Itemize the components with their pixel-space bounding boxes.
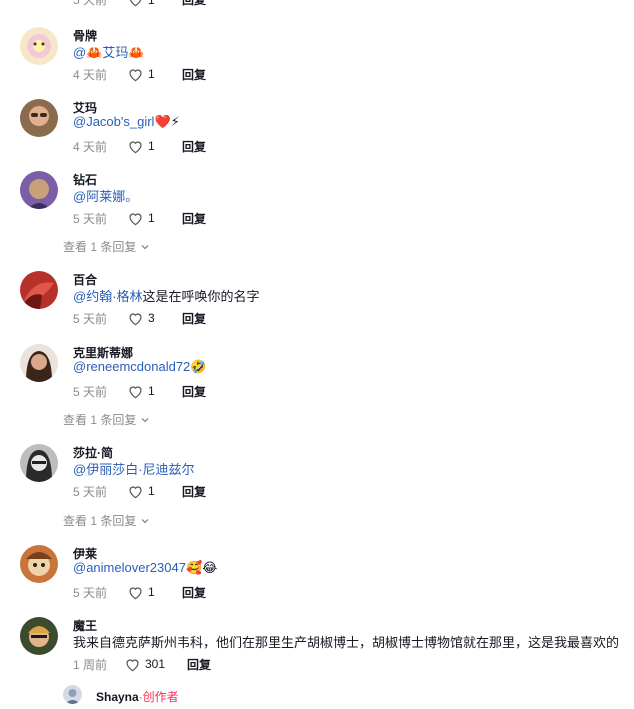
like-count: 1 — [148, 384, 155, 398]
avatar[interactable] — [20, 99, 58, 137]
comment-text: @阿莱娜。 — [73, 186, 138, 205]
creator-badge: ·创作者 — [138, 690, 179, 704]
avatar[interactable] — [20, 344, 58, 382]
comment-body: 这是在呼唤你的名字 — [142, 289, 260, 304]
comment-meta: 5 天前 1 回复 — [73, 383, 206, 399]
comment-time: 4 天前 — [73, 139, 108, 154]
mention-link[interactable]: @约翰·格林 — [73, 289, 143, 304]
like-count: 301 — [145, 657, 166, 671]
like-count: 1 — [148, 484, 155, 498]
comment-meta: 5 天前 1 回复 — [73, 210, 206, 226]
view-replies-button[interactable]: 查看 1 条回复 — [63, 238, 150, 255]
reply-button[interactable]: 回复 — [182, 138, 206, 155]
avatar[interactable] — [20, 271, 58, 309]
heart-icon — [129, 485, 142, 498]
comment-text: @Jacob's_girl❤️⚡ — [73, 114, 180, 130]
avatar[interactable] — [63, 685, 82, 704]
comment-body: 🤣 — [190, 359, 207, 374]
comment-text: @animelover23047🥰😂 — [73, 560, 217, 576]
comment-time: 1 周前 — [73, 657, 108, 672]
like-count: 1 — [148, 211, 155, 225]
heart-icon — [129, 586, 142, 599]
like-button[interactable]: 3 — [127, 311, 168, 326]
avatar[interactable] — [20, 617, 58, 655]
comment-text: @伊丽莎白·尼迪兹尔 — [73, 459, 195, 478]
like-button[interactable]: 1 — [127, 211, 168, 226]
comment-meta: 5 天前 3 回复 — [73, 310, 206, 326]
like-button[interactable]: 1 — [127, 585, 168, 600]
like-button[interactable]: 1 — [127, 484, 168, 499]
reply-button[interactable]: 回复 — [182, 210, 206, 227]
comment-time: 5 天前 — [73, 0, 108, 7]
like-button[interactable]: 1 — [127, 139, 168, 154]
comment-text: @🦀艾玛🦀 — [73, 42, 145, 61]
like-button[interactable]: 301 — [124, 657, 173, 672]
heart-icon — [129, 140, 142, 153]
mention-link[interactable]: @reneemcdonald72 — [73, 359, 190, 374]
avatar[interactable] — [20, 444, 58, 482]
comment-body: ❤️⚡ — [154, 114, 180, 129]
heart-icon — [126, 658, 139, 671]
sub-reply-name[interactable]: Shayna — [96, 690, 139, 704]
comment-time: 5 天前 — [73, 311, 108, 326]
heart-icon — [129, 68, 142, 81]
reply-button[interactable]: 回复 — [182, 584, 206, 601]
chevron-down-icon — [141, 244, 149, 249]
comment-time: 5 天前 — [73, 384, 108, 399]
avatar[interactable] — [20, 171, 58, 209]
comment-body: 我来自德克萨斯州韦科，他们在那里生产胡椒博士，胡椒博士博物馆就在那里，这是我最喜… — [73, 635, 620, 650]
comment-text: 我来自德克萨斯州韦科，他们在那里生产胡椒博士，胡椒博士博物馆就在那里，这是我最喜… — [73, 632, 619, 651]
comment-text: @reneemcdonald72🤣 — [73, 359, 206, 375]
chevron-down-icon — [141, 417, 149, 422]
view-replies-label: 查看 1 条回复 — [63, 240, 137, 254]
reply-button[interactable]: 回复 — [182, 310, 206, 327]
mention-link[interactable]: @🦀艾玛🦀 — [73, 45, 145, 60]
reply-button[interactable]: 回复 — [182, 383, 206, 400]
comment-time: 5 天前 — [73, 211, 108, 226]
reply-button[interactable]: 回复 — [182, 0, 206, 8]
comment-meta: 5 天前 1 回复 — [73, 483, 206, 499]
avatar[interactable] — [20, 27, 58, 65]
view-replies-button[interactable]: 查看 1 条回复 — [63, 411, 150, 428]
heart-icon — [129, 385, 142, 398]
heart-icon — [129, 212, 142, 225]
comment-meta: 4 天前 1 回复 — [73, 138, 206, 154]
view-replies-label: 查看 1 条回复 — [63, 514, 137, 528]
like-count: 1 — [148, 139, 155, 153]
comment-meta-partial: 5 天前 1 回复 — [73, 0, 206, 8]
sub-reply-author: Shayna·创作者 — [96, 688, 179, 705]
comment-meta: 1 周前 301 回复 — [73, 656, 211, 672]
view-replies-label: 查看 1 条回复 — [63, 413, 137, 427]
comment-text: @约翰·格林这是在呼唤你的名字 — [73, 286, 260, 305]
reply-button[interactable]: 回复 — [182, 483, 206, 500]
like-count: 1 — [148, 67, 155, 81]
comment-time: 5 天前 — [73, 484, 108, 499]
comment-time: 4 天前 — [73, 67, 108, 82]
mention-link[interactable]: @伊丽莎白·尼迪兹尔 — [73, 462, 195, 477]
comment-time: 5 天前 — [73, 585, 108, 600]
like-button[interactable]: 1 — [127, 67, 168, 82]
comment-body: 🥰😂 — [185, 560, 218, 575]
mention-link[interactable]: @animelover23047 — [73, 560, 186, 575]
mention-link[interactable]: @Jacob's_girl — [73, 114, 154, 129]
like-button[interactable]: 1 — [127, 384, 168, 399]
heart-icon — [129, 312, 142, 325]
avatar[interactable] — [20, 545, 58, 583]
mention-link[interactable]: @阿莱娜。 — [73, 189, 138, 204]
like-count: 1 — [148, 585, 155, 599]
comment-meta: 4 天前 1 回复 — [73, 66, 206, 82]
heart-icon — [129, 0, 142, 7]
reply-button[interactable]: 回复 — [182, 66, 206, 83]
like-count: 1 — [148, 0, 168, 7]
reply-button[interactable]: 回复 — [187, 656, 211, 673]
like-button[interactable]: 1 — [127, 0, 168, 7]
comment-meta: 5 天前 1 回复 — [73, 584, 206, 600]
chevron-down-icon — [141, 518, 149, 523]
like-count: 3 — [148, 311, 155, 325]
view-replies-button[interactable]: 查看 1 条回复 — [63, 512, 150, 529]
